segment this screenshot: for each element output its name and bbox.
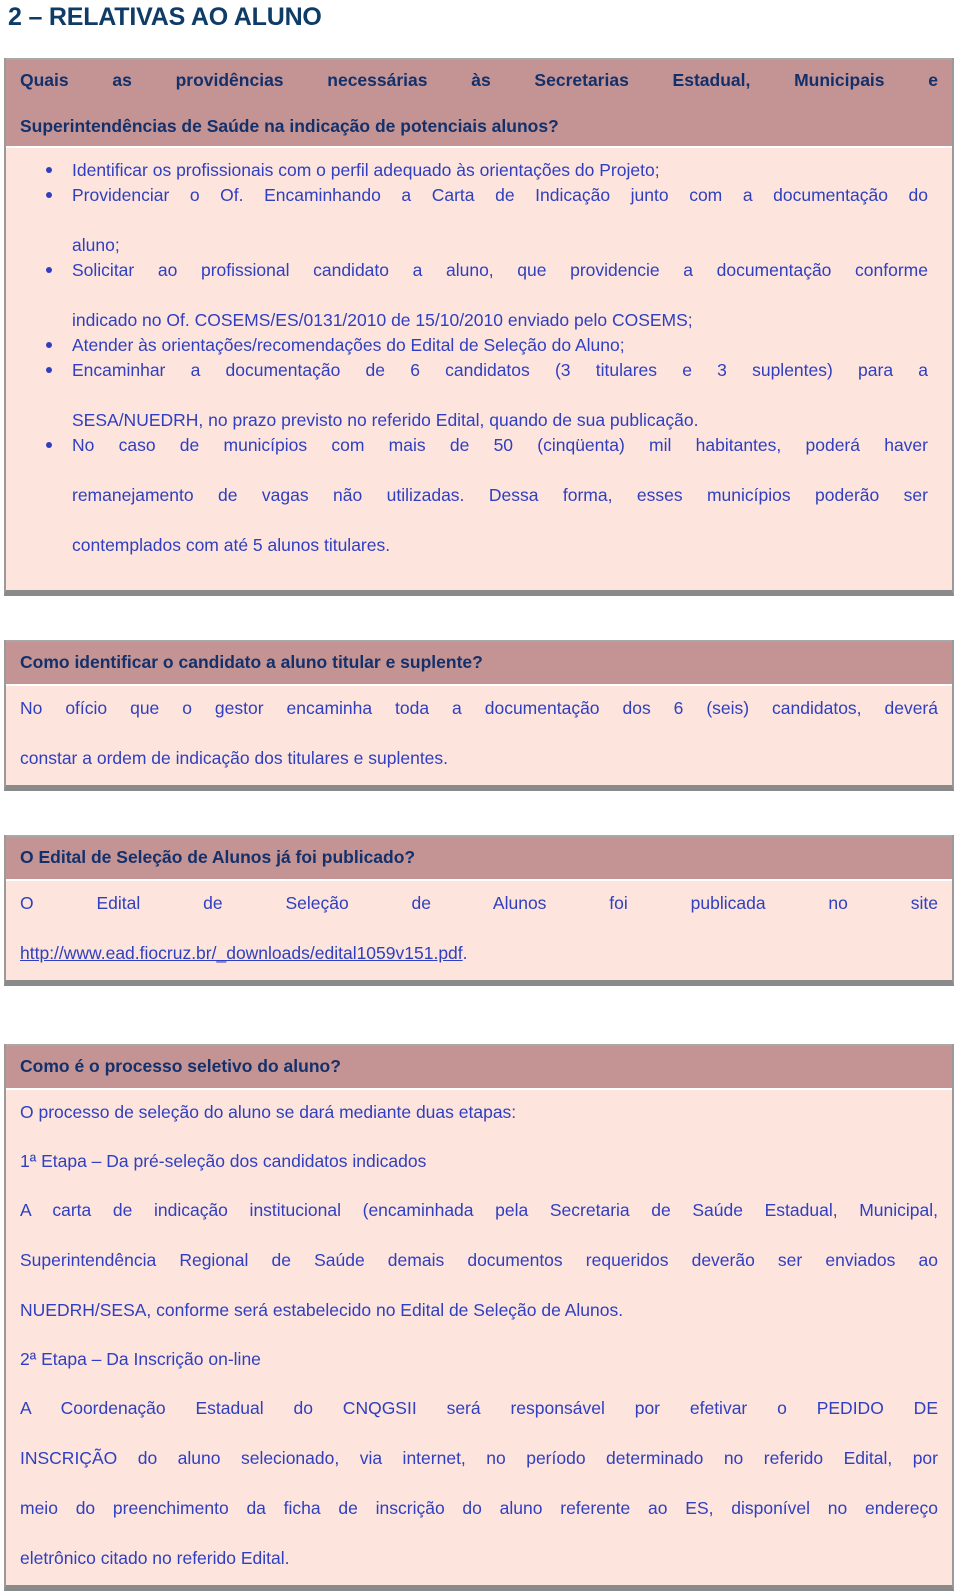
question-heading: Como é o processo seletivo do aluno? (6, 1044, 952, 1090)
answer-line-with-link: http://www.ead.fiocruz.br/_downloads/edi… (20, 941, 938, 966)
bullet-dot-icon (46, 267, 52, 273)
answer-body: O Edital de Seleção de Alunos foi public… (6, 881, 952, 980)
stage-2-paragraph: A Coordenação Estadual do CNQGSII será r… (20, 1396, 938, 1571)
answer-line: O Edital de Seleção de Alunos foi public… (20, 893, 938, 913)
list-item-line: Solicitar ao profissional candidato a al… (72, 260, 928, 280)
list-item-line: contemplados com até 5 alunos titulares. (72, 535, 391, 555)
bullet-dot-icon (46, 442, 52, 448)
answer-body: Identificar os profissionais com o perfi… (6, 148, 952, 590)
answer-line: NUEDRH/SESA, conforme será estabelecido … (20, 1300, 624, 1320)
question-heading: O Edital de Seleção de Alunos já foi pub… (6, 835, 952, 881)
qa-section-providencias: Quais as providências necessárias às Sec… (4, 58, 954, 596)
bullet-dot-icon (46, 192, 52, 198)
answer-paragraph: O Edital de Seleção de Alunos foi public… (20, 891, 938, 966)
list-item-line: Atender às orientações/recomendações do … (72, 335, 625, 355)
list-item: Providenciar o Of. Encaminhando a Carta … (42, 183, 928, 258)
list-item: Identificar os profissionais com o perfi… (42, 158, 928, 183)
question-heading: Quais as providências necessárias às Sec… (6, 58, 952, 148)
list-item-line: SESA/NUEDRH, no prazo previsto no referi… (72, 410, 699, 430)
list-item-line: remanejamento de vagas não utilizadas. D… (72, 485, 928, 505)
qa-section-titular-suplente: Como identificar o candidato a aluno tit… (4, 640, 954, 791)
list-item: Solicitar ao profissional candidato a al… (42, 258, 928, 333)
answer-line: INSCRIÇÃO do aluno selecionado, via inte… (20, 1448, 938, 1468)
answer-line: constar a ordem de indicação dos titular… (20, 748, 449, 768)
document-page: 2 – RELATIVAS AO ALUNO Quais as providên… (0, 2, 960, 1591)
list-item-line: Encaminhar a documentação de 6 candidato… (72, 360, 928, 380)
stage-1-heading: 1ª Etapa – Da pré-seleção dos candidatos… (20, 1149, 938, 1174)
page-title: 2 – RELATIVAS AO ALUNO (8, 3, 322, 31)
qa-section-edital-publicado: O Edital de Seleção de Alunos já foi pub… (4, 835, 954, 986)
list-item-line: Identificar os profissionais com o perfi… (72, 160, 660, 180)
answer-line: No ofício que o gestor encaminha toda a … (20, 698, 938, 718)
list-item: No caso de municípios com mais de 50 (ci… (42, 433, 928, 558)
bullet-list: Identificar os profissionais com o perfi… (20, 158, 938, 558)
list-item: Encaminhar a documentação de 6 candidato… (42, 358, 928, 433)
answer-line: eletrônico citado no referido Edital. (20, 1548, 290, 1568)
list-item-line: No caso de municípios com mais de 50 (ci… (72, 435, 928, 455)
bullet-dot-icon (46, 367, 52, 373)
answer-body: O processo de seleção do aluno se dará m… (6, 1090, 952, 1585)
answer-line: Superintendência Regional de Saúde demai… (20, 1250, 938, 1270)
question-line: Superintendências de Saúde na indicação … (20, 116, 559, 136)
answer-line: 2ª Etapa – Da Inscrição on-line (20, 1349, 261, 1369)
answer-line: O processo de seleção do aluno se dará m… (20, 1102, 517, 1122)
bullet-dot-icon (46, 342, 52, 348)
answer-line: A Coordenação Estadual do CNQGSII será r… (20, 1398, 938, 1418)
stage-2-heading: 2ª Etapa – Da Inscrição on-line (20, 1347, 938, 1372)
question-line: Como é o processo seletivo do aluno? (20, 1056, 341, 1076)
question-heading: Como identificar o candidato a aluno tit… (6, 640, 952, 686)
qa-section-processo-seletivo: Como é o processo seletivo do aluno? O p… (4, 1044, 954, 1591)
list-item-line: indicado no Of. COSEMS/ES/0131/2010 de 1… (72, 310, 693, 330)
answer-paragraph: No ofício que o gestor encaminha toda a … (20, 696, 938, 771)
answer-line: 1ª Etapa – Da pré-seleção dos candidatos… (20, 1151, 427, 1171)
link-suffix: . (462, 943, 468, 963)
answer-body: No ofício que o gestor encaminha toda a … (6, 686, 952, 785)
question-line: O Edital de Seleção de Alunos já foi pub… (20, 847, 416, 867)
edital-pdf-link[interactable]: http://www.ead.fiocruz.br/_downloads/edi… (20, 943, 463, 963)
answer-line: A carta de indicação institucional (enca… (20, 1200, 938, 1220)
bullet-dot-icon (46, 167, 52, 173)
answer-line: meio do preenchimento da ficha de inscri… (20, 1498, 938, 1518)
list-item-line: Providenciar o Of. Encaminhando a Carta … (72, 185, 928, 205)
list-item: Atender às orientações/recomendações do … (42, 333, 928, 358)
question-line: Quais as providências necessárias às Sec… (20, 70, 938, 90)
list-item-line: aluno; (72, 235, 120, 255)
stage-1-paragraph: A carta de indicação institucional (enca… (20, 1198, 938, 1323)
question-line: Como identificar o candidato a aluno tit… (20, 652, 483, 672)
answer-intro: O processo de seleção do aluno se dará m… (20, 1100, 938, 1125)
